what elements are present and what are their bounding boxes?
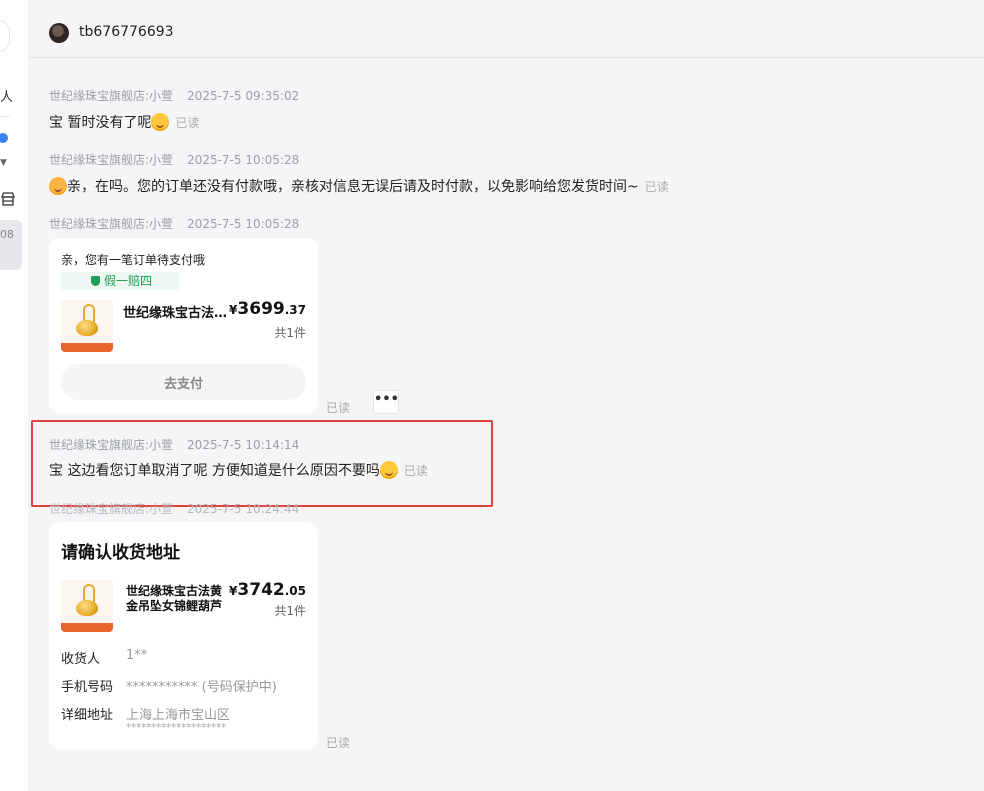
- product-image[interactable]: [61, 580, 113, 632]
- more-options-button[interactable]: •••: [373, 390, 399, 414]
- sidebar-divider: [0, 116, 10, 117]
- read-status: 已读: [403, 464, 428, 478]
- message-meta: 世纪缘珠宝旗舰店:小萱 2025-7-5 10:14:14: [49, 436, 299, 453]
- guarantee-badge-label: 假一赔四: [104, 274, 153, 288]
- phone-label: 手机号码: [61, 680, 114, 695]
- message-meta: 世纪缘珠宝旗舰店:小萱 2025-7-5 09:35:02: [49, 87, 299, 104]
- message-meta: 世纪缘珠宝旗舰店:小萱 2025-7-5 10:05:28: [49, 215, 299, 232]
- chat-username: tb676776693: [79, 24, 174, 40]
- product-image[interactable]: [61, 300, 113, 352]
- message-time: 2025-7-5 10:14:14: [187, 438, 300, 452]
- message-sender: 世纪缘珠宝旗舰店:小萱: [49, 89, 174, 103]
- price-decimal: .05: [284, 584, 306, 598]
- message-sender: 世纪缘珠宝旗舰店:小萱: [49, 217, 174, 231]
- kiss-emoji-icon: [49, 177, 67, 195]
- message-sender: 世纪缘珠宝旗舰店:小萱: [49, 153, 174, 167]
- order-payment-card[interactable]: 亲，您有一笔订单待支付哦 假一赔四 世纪缘珠宝古法黄金吊坠女锦鲤葫芦 ¥3699…: [49, 238, 318, 413]
- address-confirm-card[interactable]: 请确认收货地址 世纪缘珠宝古法黄 金吊坠女锦鲤葫芦 ¥3742.05 共1件 收…: [49, 522, 318, 749]
- order-card-title: 亲，您有一笔订单待支付哦: [61, 253, 206, 267]
- product-name-line: 金吊坠女锦鲤葫芦: [126, 599, 223, 613]
- address-mask: ********************: [126, 721, 227, 734]
- message-sender: 世纪缘珠宝旗舰店:小萱: [49, 438, 174, 452]
- message-bubble[interactable]: 宝 这边看您订单取消了呢 方便知道是什么原因不要吗 已读: [49, 460, 428, 480]
- guarantee-badge: 假一赔四: [61, 272, 179, 290]
- message-meta: 世纪缘珠宝旗舰店:小萱 2025-7-5 10:24:44: [49, 500, 299, 517]
- chat-window: tb676776693 世纪缘珠宝旗舰店:小萱 2025-7-5 09:35:02…: [28, 10, 984, 791]
- message-sender: 世纪缘珠宝旗舰店:小萱: [49, 502, 174, 516]
- read-status: 已读: [326, 736, 351, 750]
- product-name[interactable]: 世纪缘珠宝古法黄 金吊坠女锦鲤葫芦: [126, 584, 226, 614]
- recipient-label: 收货人: [61, 652, 101, 667]
- product-name[interactable]: 世纪缘珠宝古法黄金吊坠女锦鲤葫芦: [123, 302, 233, 321]
- sidebar-card-badge: 08: [0, 228, 14, 241]
- message-bubble[interactable]: 宝 暂时没有了呢 已读: [49, 112, 199, 132]
- unread-dot-icon: [0, 133, 8, 143]
- product-quantity: 共1件: [274, 604, 306, 618]
- message-bubble[interactable]: 亲，在吗。您的订单还没有付款哦，亲核对信息无误后请及时付款，以免影响给您发货时间…: [49, 176, 669, 196]
- message-text: 亲，在吗。您的订单还没有付款哦，亲核对信息无误后请及时付款，以免影响给您发货时间…: [67, 179, 639, 195]
- pay-button[interactable]: 去支付: [61, 364, 306, 400]
- smile-emoji-icon: [151, 113, 170, 131]
- message-time: 2025-7-5 10:05:28: [187, 153, 300, 167]
- product-price: ¥3699.37: [229, 299, 306, 319]
- message-text: 宝 这边看您订单取消了呢 方便知道是什么原因不要吗: [49, 463, 380, 479]
- message-time: 2025-7-5 09:35:02: [187, 89, 300, 103]
- read-status: 已读: [175, 116, 200, 130]
- shield-icon: [91, 276, 100, 286]
- address-card-title: 请确认收货地址: [61, 543, 180, 563]
- smile-emoji-icon: [379, 461, 398, 479]
- phone-value: *********** (号码保护中): [126, 680, 277, 695]
- message-text: 宝 暂时没有了呢: [49, 115, 152, 131]
- sidebar-search-pill[interactable]: [0, 20, 10, 52]
- message-time: 2025-7-5 10:24:44: [187, 502, 300, 516]
- address-label: 详细地址: [61, 708, 114, 723]
- chevron-down-icon[interactable]: ▼: [0, 158, 7, 168]
- avatar[interactable]: [49, 23, 69, 43]
- message-time: 2025-7-5 10:05:28: [187, 217, 300, 231]
- sidebar: 人 ▼ 08: [0, 0, 28, 791]
- recipient-value: 1**: [126, 648, 148, 663]
- sidebar-partial-label: 人: [0, 90, 14, 105]
- chat-header: tb676776693: [28, 10, 984, 58]
- sidebar-conversation-card[interactable]: 08: [0, 220, 22, 270]
- price-decimal: .37: [284, 303, 306, 317]
- message-meta: 世纪缘珠宝旗舰店:小萱 2025-7-5 10:05:28: [49, 151, 299, 168]
- product-price: ¥3742.05: [229, 580, 306, 600]
- price-integer: 3742: [237, 580, 285, 600]
- product-name-line: 世纪缘珠宝古法黄: [126, 584, 223, 598]
- price-integer: 3699: [237, 299, 285, 319]
- store-icon[interactable]: [1, 191, 15, 207]
- read-status: 已读: [326, 401, 351, 415]
- product-quantity: 共1件: [274, 326, 306, 340]
- read-status: 已读: [644, 180, 669, 194]
